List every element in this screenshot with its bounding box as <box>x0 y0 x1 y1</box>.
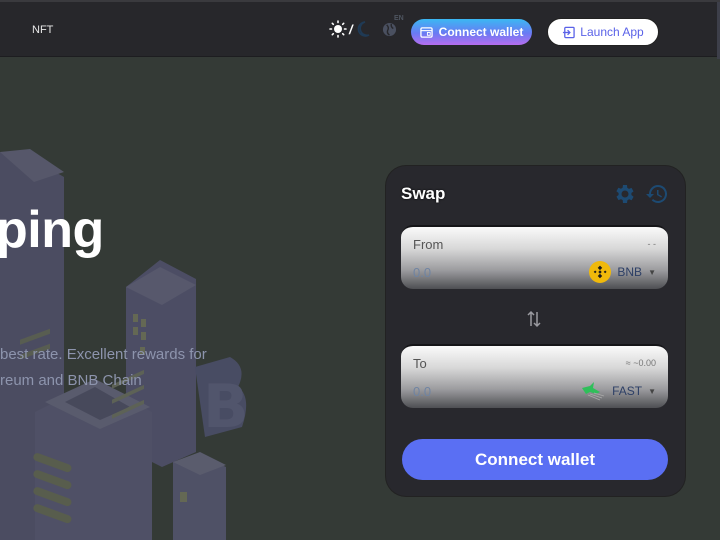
hero-subtitle-line-1: best rate. Excellent rewards for <box>0 346 207 363</box>
launch-app-button[interactable]: Launch App <box>547 18 659 46</box>
swap-title: Swap <box>401 184 446 203</box>
to-token-symbol: FAST <box>612 384 643 398</box>
connect-wallet-header-label: Connect wallet <box>438 25 524 39</box>
connect-wallet-button[interactable]: Connect wallet <box>402 439 668 480</box>
fast-token-icon <box>582 382 605 401</box>
bnb-icon <box>589 261 612 283</box>
from-label: From <box>413 237 444 252</box>
from-balance: - - <box>647 239 657 249</box>
chevron-down-icon: ▼ <box>648 267 656 277</box>
swap-card: Swap From - - 0.0 BNB ▼ To ≈ ~0.00 0.0 F… <box>386 166 685 496</box>
wallet-icon <box>419 26 433 38</box>
theme-toggle[interactable]: / <box>329 20 371 38</box>
to-field: To ≈ ~0.00 0.0 FAST ▼ <box>401 344 668 408</box>
from-amount-input[interactable]: 0.0 <box>413 265 431 280</box>
globe-icon[interactable] <box>382 22 397 37</box>
chevron-down-icon: ▼ <box>648 386 656 396</box>
from-token-select[interactable]: BNB ▼ <box>589 261 656 283</box>
hero-subtitle: best rate. Excellent rewards for reum an… <box>0 342 240 394</box>
top-navbar: NFT / EN Connect wallet Launch App <box>0 0 720 59</box>
swap-direction-icon[interactable] <box>526 309 542 329</box>
to-amount-input[interactable]: 0.0 <box>413 384 431 399</box>
to-label: To <box>413 356 427 371</box>
launch-app-label: Launch App <box>580 25 644 39</box>
isometric-buildings-illustration: B <box>0 149 249 540</box>
gear-icon[interactable] <box>612 182 636 206</box>
hero-title: ping <box>0 201 104 259</box>
login-icon <box>563 26 576 38</box>
hero-subtitle-line-2: reum and BNB Chain <box>0 372 142 389</box>
to-estimate: ≈ ~0.00 <box>625 358 656 368</box>
theme-separator: / <box>349 21 353 37</box>
from-field: From - - 0.0 BNB ▼ <box>401 225 668 289</box>
from-token-symbol: BNB <box>617 265 643 279</box>
sun-icon[interactable] <box>329 20 347 38</box>
moon-icon[interactable] <box>355 20 371 38</box>
history-icon[interactable] <box>645 182 669 206</box>
to-token-select[interactable]: FAST ▼ <box>580 380 656 402</box>
language-label[interactable]: EN <box>394 15 404 22</box>
nav-link-nft[interactable]: NFT <box>32 24 53 36</box>
connect-wallet-header-button[interactable]: Connect wallet <box>411 19 532 45</box>
